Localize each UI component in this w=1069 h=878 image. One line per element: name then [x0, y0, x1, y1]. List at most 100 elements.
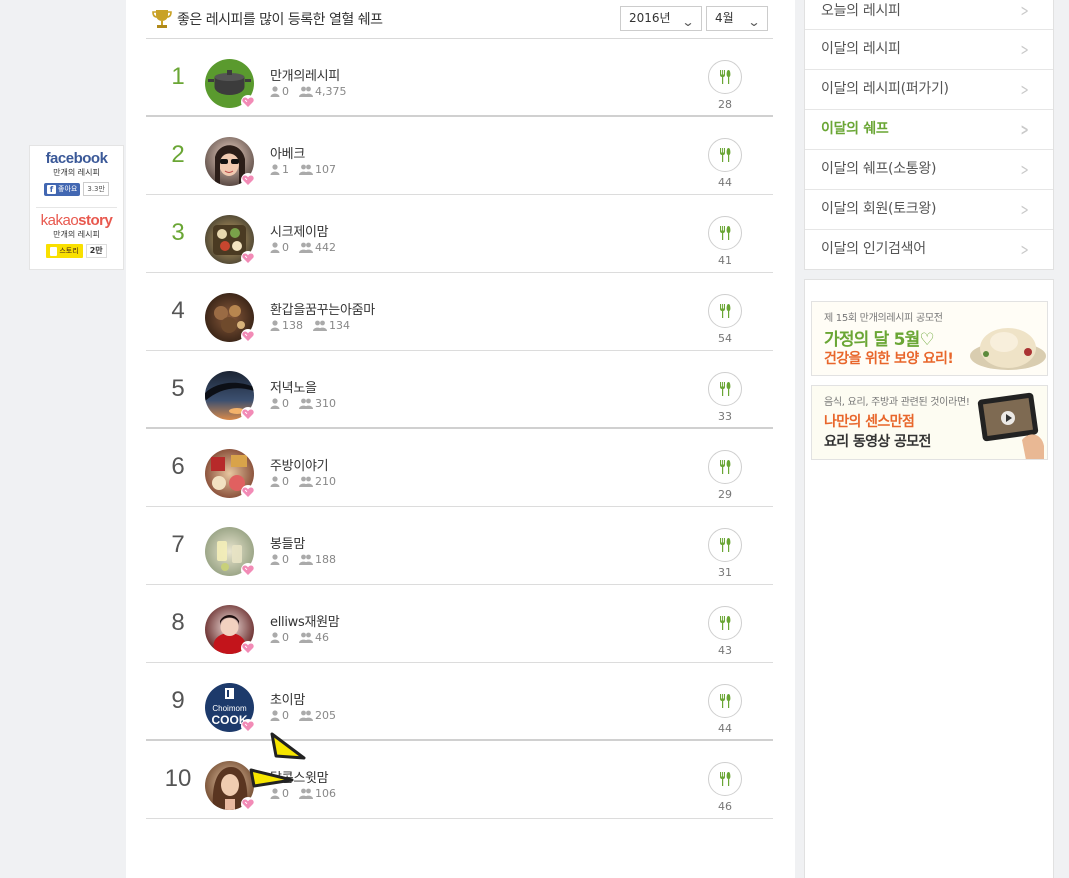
chef-name[interactable]: 시크제이맘 — [270, 221, 329, 240]
recipe-count-button[interactable] — [708, 372, 742, 406]
chef-rank-row[interactable]: 5 저녁노을 0 310 33 — [146, 351, 773, 429]
chef-name[interactable]: 만개의레시피 — [270, 65, 340, 84]
page-title: 좋은 레시피를 많이 등록한 열혈 쉐프 — [177, 12, 383, 28]
trophy-icon — [152, 10, 172, 28]
person-icon — [270, 242, 280, 253]
recipe-count: 29 — [718, 488, 732, 501]
heart-badge-icon — [241, 407, 255, 421]
divider — [36, 207, 117, 208]
heart-badge-icon — [241, 95, 255, 109]
chef-rank-row[interactable]: 2 아베크 1 107 44 — [146, 117, 773, 195]
tablet-video-image — [977, 392, 1044, 459]
sidebar-menu-item[interactable]: 이달의 쉐프 > — [805, 110, 1053, 150]
sidebar-menu-item[interactable]: 이달의 회원(토크왕) > — [805, 190, 1053, 230]
contest-banner-may[interactable]: 제 15회 만개의레시피 공모전 가정의 달 5월♡ 건강을 위한 보양 요리! — [811, 301, 1048, 376]
person-icon — [270, 476, 280, 487]
recipe-count-button[interactable] — [708, 450, 742, 484]
people-icon — [299, 632, 313, 643]
chef-rank-row[interactable]: 3 시크제이맘 0 442 41 — [146, 195, 773, 273]
follower-count: 0 — [282, 709, 289, 722]
chef-name[interactable]: 환갑을꿈꾸는아줌마 — [270, 299, 375, 318]
recipe-count-button[interactable] — [708, 762, 742, 796]
recipe-count-button[interactable] — [708, 684, 742, 718]
fork-spoon-icon — [720, 304, 731, 318]
sidebar-menu-item[interactable]: 이달의 레시피 > — [805, 30, 1053, 70]
recipe-count-button[interactable] — [708, 138, 742, 172]
chef-rank-row[interactable]: 6 주방이야기 0 210 29 — [146, 429, 773, 507]
sidebar-menu-label: 이달의 인기검색어 — [821, 241, 926, 257]
chef-stats: 0 442 — [270, 241, 336, 254]
recipe-count-button[interactable] — [708, 528, 742, 562]
follower-count: 138 — [282, 319, 303, 332]
people-icon — [299, 710, 313, 721]
fork-spoon-icon — [720, 70, 731, 84]
sidebar-menu-item[interactable]: 이달의 인기검색어 > — [805, 230, 1053, 270]
svg-text:Choimom: Choimom — [212, 704, 247, 713]
recipe-count: 44 — [718, 722, 732, 735]
people-icon — [299, 554, 313, 565]
sidebar-menu-item[interactable]: 오늘의 레시피 > — [805, 0, 1053, 30]
fork-spoon-icon — [720, 694, 731, 708]
chef-name[interactable]: 봉들맘 — [270, 533, 305, 552]
chef-rank-row[interactable]: 10 달콤스윗맘 0 106 46 — [146, 741, 773, 819]
rank-number: 3 — [171, 219, 185, 246]
sidebar-menu-label: 이달의 레시피(퍼가기) — [821, 81, 949, 97]
fork-spoon-icon — [720, 382, 731, 396]
chevron-right-icon: > — [1020, 40, 1029, 59]
sidebar-menu-item[interactable]: 이달의 레시피(퍼가기) > — [805, 70, 1053, 110]
contest-banner-video[interactable]: 음식, 요리, 주방과 관련된 것이라면! 나만의 센스만점 요리 동영상 공모… — [811, 385, 1048, 460]
chevron-right-icon: > — [1020, 80, 1029, 99]
follower-count: 1 — [282, 163, 289, 176]
chef-name[interactable]: 저녁노을 — [270, 377, 317, 396]
recipe-count-button[interactable] — [708, 294, 742, 328]
kakaostory-block: kakaostory 만개의 레시피 스토리 2만 — [30, 212, 123, 258]
chef-name[interactable]: 초이맘 — [270, 689, 305, 708]
person-icon — [270, 632, 280, 643]
chef-rank-row[interactable]: 1 만개의레시피 0 4,375 28 — [146, 39, 773, 117]
rank-number: 5 — [171, 375, 185, 402]
fan-count: 310 — [315, 397, 336, 410]
chevron-down-icon: ⌄ — [681, 15, 695, 29]
fork-spoon-icon — [720, 148, 731, 162]
boyang-dish-image — [970, 328, 1046, 370]
month-select-value: 4월 — [715, 11, 734, 25]
kakaostory-button[interactable]: 스토리 — [46, 244, 83, 258]
recipe-count: 54 — [718, 332, 732, 345]
kakaostory-count: 2만 — [85, 244, 107, 258]
chef-stats: 0 205 — [270, 709, 336, 722]
recipe-count: 46 — [718, 800, 732, 813]
heart-badge-icon — [241, 485, 255, 499]
chef-name[interactable]: 아베크 — [270, 143, 305, 162]
recipe-count-button[interactable] — [708, 606, 742, 640]
chef-name[interactable]: 주방이야기 — [270, 455, 329, 474]
facebook-icon: f — [47, 184, 57, 194]
chef-name[interactable]: elliws재원맘 — [270, 611, 340, 630]
month-select[interactable]: 4월 ⌄ — [706, 6, 768, 31]
recipe-count: 41 — [718, 254, 732, 267]
chevron-right-icon: > — [1020, 160, 1029, 179]
fan-count: 188 — [315, 553, 336, 566]
chevron-down-icon: ⌄ — [747, 15, 761, 29]
year-select-value: 2016년 — [629, 11, 671, 25]
chef-rank-row[interactable]: 8 elliws재원맘 0 46 43 — [146, 585, 773, 663]
recipe-count-button[interactable] — [708, 60, 742, 94]
kakaostory-page-name: 만개의 레시피 — [53, 230, 100, 239]
recipe-count: 43 — [718, 644, 732, 657]
banner2-subtitle: 음식, 요리, 주방과 관련된 것이라면! — [824, 397, 970, 408]
kakaostory-icon — [50, 246, 58, 256]
banner1-tagline: 건강을 위한 보양 요리! — [824, 351, 954, 367]
banner1-subtitle: 제 15회 만개의레시피 공모전 — [824, 313, 943, 324]
chef-rank-row[interactable]: 4 환갑을꿈꾸는아줌마 138 134 54 — [146, 273, 773, 351]
sidebar-menu-item[interactable]: 이달의 쉐프(소통왕) > — [805, 150, 1053, 190]
follower-count: 0 — [282, 475, 289, 488]
chef-stats: 0 4,375 — [270, 85, 347, 98]
year-select[interactable]: 2016년 ⌄ — [620, 6, 702, 31]
chef-rank-row[interactable]: 7 봉들맘 0 188 31 — [146, 507, 773, 585]
facebook-like-button[interactable]: f 좋아요 — [44, 182, 81, 196]
chef-rank-row[interactable]: 9 Choimom COOK 초이맘 0 205 44 — [146, 663, 773, 741]
main-panel: 좋은 레시피를 많이 등록한 열혈 쉐프 2016년 ⌄ 4월 ⌄ 1 만개의레시… — [126, 0, 906, 878]
people-icon — [299, 398, 313, 409]
recipe-count-button[interactable] — [708, 216, 742, 250]
follower-count: 0 — [282, 241, 289, 254]
fan-count: 210 — [315, 475, 336, 488]
